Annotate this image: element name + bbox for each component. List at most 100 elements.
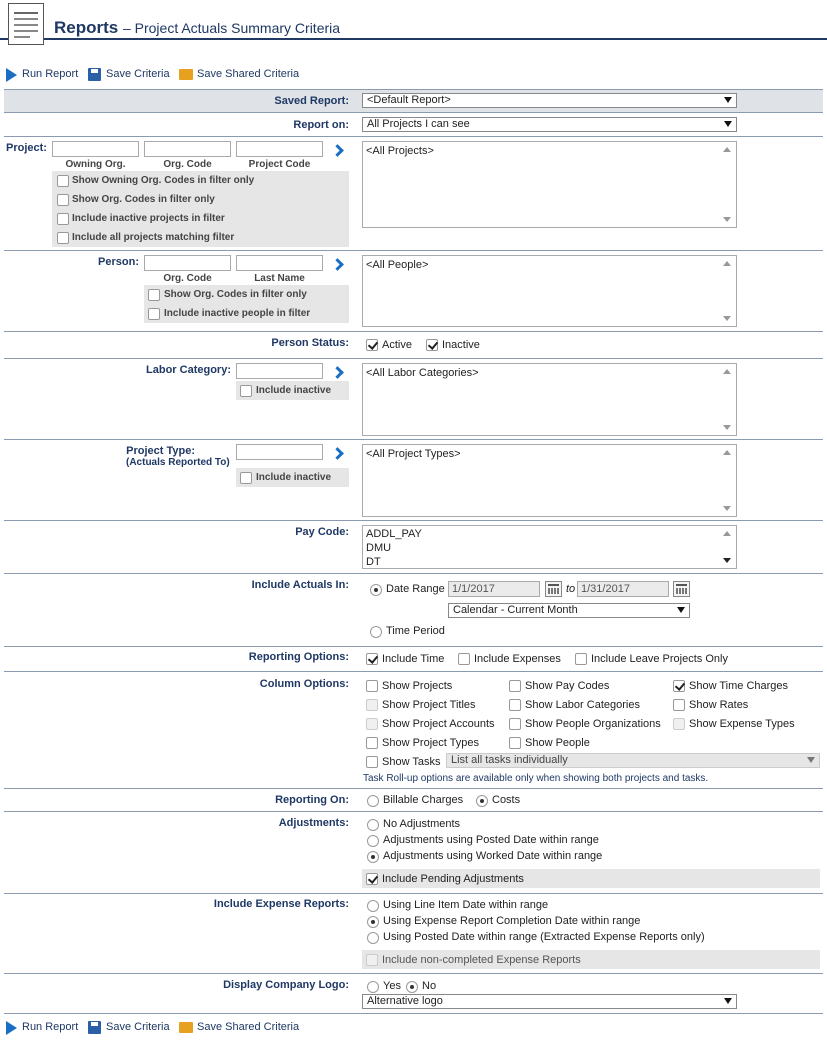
owning-org-input[interactable] [52, 141, 139, 157]
show-pay-codes-checkbox[interactable] [509, 680, 521, 692]
project-type-list[interactable]: <All Project Types> [362, 444, 737, 517]
saved-report-select[interactable]: <Default Report> [362, 93, 737, 108]
period-select[interactable]: Calendar - Current Month [448, 603, 690, 618]
to-label: to [566, 583, 576, 595]
run-report-button[interactable]: Run Report [22, 68, 78, 80]
scroll-down-icon[interactable] [723, 425, 731, 430]
include-inactive-projects-checkbox[interactable] [57, 213, 69, 225]
show-project-titles-checkbox[interactable] [366, 699, 378, 711]
org-code-input[interactable] [144, 141, 231, 157]
show-expense-types-checkbox[interactable] [673, 718, 685, 730]
go-arrow-icon[interactable] [332, 259, 342, 271]
include-leave-checkbox[interactable] [575, 653, 587, 665]
show-tasks-checkbox[interactable] [366, 756, 378, 768]
save-shared-criteria-button[interactable]: Save Shared Criteria [197, 1021, 299, 1033]
logo-select[interactable]: Alternative logo [362, 994, 737, 1009]
show-project-accounts-checkbox[interactable] [366, 718, 378, 730]
posted-date-expense-radio[interactable] [367, 932, 379, 944]
include-expense-reports-label: Include Expense Reports: [213, 898, 349, 910]
labor-include-inactive-checkbox[interactable] [240, 385, 252, 397]
last-name-input[interactable] [236, 255, 323, 271]
show-projects-checkbox[interactable] [366, 680, 378, 692]
labor-category-list[interactable]: <All Labor Categories> [362, 363, 737, 436]
project-list-item[interactable]: <All Projects> [366, 145, 434, 157]
run-report-button[interactable]: Run Report [22, 1021, 78, 1033]
include-inactive-projects-label: Include inactive projects in filter [72, 213, 225, 224]
labor-category-list-item[interactable]: <All Labor Categories> [366, 367, 479, 379]
scroll-up-icon[interactable] [723, 450, 731, 455]
include-inactive-people-checkbox[interactable] [148, 308, 160, 320]
scroll-down-icon[interactable] [723, 217, 731, 222]
time-period-radio[interactable] [370, 626, 382, 638]
to-date-input[interactable]: 1/31/2017 [577, 581, 669, 597]
include-time-checkbox[interactable] [366, 653, 378, 665]
date-range-radio[interactable] [370, 584, 382, 596]
include-all-projects-checkbox[interactable] [57, 232, 69, 244]
go-arrow-icon[interactable] [332, 448, 342, 460]
costs-radio[interactable] [476, 795, 488, 807]
non-completed-expense-checkbox[interactable] [366, 954, 378, 966]
pay-code-item[interactable]: DT [366, 555, 733, 569]
project-type-list-item[interactable]: <All Project Types> [366, 448, 461, 460]
scroll-up-icon[interactable] [723, 147, 731, 152]
task-rollup-select[interactable]: List all tasks individually [446, 753, 820, 768]
logo-yes-label: Yes [383, 980, 401, 992]
active-checkbox[interactable] [366, 339, 378, 351]
person-show-org-codes-checkbox[interactable] [148, 289, 160, 301]
person-org-code-input[interactable] [144, 255, 231, 271]
scroll-up-icon[interactable] [723, 261, 731, 266]
go-arrow-icon[interactable] [332, 145, 342, 157]
scroll-up-icon[interactable] [723, 369, 731, 374]
include-expenses-checkbox[interactable] [458, 653, 470, 665]
worked-date-adjustments-radio[interactable] [367, 851, 379, 863]
completion-date-radio[interactable] [367, 916, 379, 928]
calendar-icon[interactable] [545, 581, 562, 597]
billable-charges-radio[interactable] [367, 795, 379, 807]
show-project-types-checkbox[interactable] [366, 737, 378, 749]
save-criteria-button[interactable]: Save Criteria [106, 1021, 170, 1033]
run-icon [6, 68, 17, 82]
show-org-codes-checkbox[interactable] [57, 194, 69, 206]
last-name-caption: Last Name [254, 273, 305, 284]
posted-date-adjustments-radio[interactable] [367, 835, 379, 847]
person-list[interactable]: <All People> [362, 255, 737, 327]
project-type-include-inactive-checkbox[interactable] [240, 472, 252, 484]
logo-no-radio[interactable] [406, 981, 418, 993]
pay-code-item[interactable]: DMU [366, 541, 733, 555]
line-item-date-radio[interactable] [367, 900, 379, 912]
chevron-down-icon [807, 757, 815, 763]
project-type-input[interactable] [236, 444, 323, 460]
pay-code-list[interactable]: ADDL_PAY DMU DT [362, 525, 737, 569]
show-people-checkbox[interactable] [509, 737, 521, 749]
project-list[interactable]: <All Projects> [362, 141, 737, 228]
show-owning-org-codes-checkbox[interactable] [57, 175, 69, 187]
scroll-up-icon[interactable] [723, 531, 731, 536]
shared-folder-icon [179, 1022, 193, 1033]
show-people-orgs-checkbox[interactable] [509, 718, 521, 730]
scroll-down-icon[interactable] [723, 316, 731, 321]
show-rates-checkbox[interactable] [673, 699, 685, 711]
show-project-types-label: Show Project Types [382, 737, 480, 749]
person-list-item[interactable]: <All People> [366, 259, 428, 271]
report-on-select[interactable]: All Projects I can see [362, 117, 737, 132]
no-adjustments-radio[interactable] [367, 819, 379, 831]
logo-yes-radio[interactable] [367, 981, 379, 993]
billable-charges-label: Billable Charges [383, 794, 464, 806]
include-pending-adjustments-checkbox[interactable] [366, 873, 378, 885]
from-date-input[interactable]: 1/1/2017 [448, 581, 540, 597]
show-time-charges-checkbox[interactable] [673, 680, 685, 692]
calendar-icon[interactable] [673, 581, 690, 597]
go-arrow-icon[interactable] [332, 367, 342, 379]
project-code-input[interactable] [236, 141, 323, 157]
save-icon [88, 68, 101, 81]
pay-code-item[interactable]: ADDL_PAY [366, 527, 733, 541]
show-rates-label: Show Rates [689, 699, 749, 711]
show-labor-categories-checkbox[interactable] [509, 699, 521, 711]
scroll-down-icon[interactable] [723, 558, 731, 563]
save-criteria-button[interactable]: Save Criteria [106, 68, 170, 80]
inactive-checkbox[interactable] [426, 339, 438, 351]
task-rollup-value: List all tasks individually [451, 754, 568, 766]
labor-category-input[interactable] [236, 363, 323, 379]
save-shared-criteria-button[interactable]: Save Shared Criteria [197, 68, 299, 80]
scroll-down-icon[interactable] [723, 506, 731, 511]
